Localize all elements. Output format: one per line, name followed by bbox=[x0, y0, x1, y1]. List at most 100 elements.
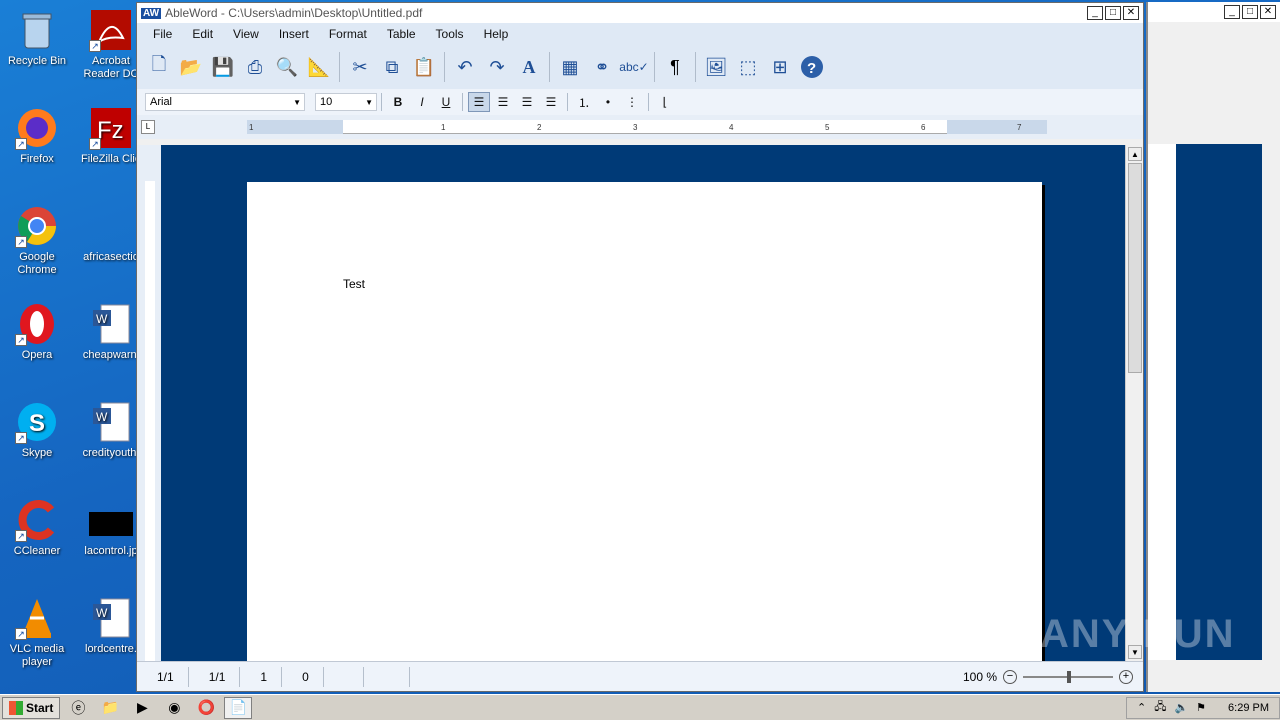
spellcheck-icon[interactable]: abc✓ bbox=[619, 52, 649, 82]
menu-insert[interactable]: Insert bbox=[269, 27, 319, 41]
minimize-button[interactable]: _ bbox=[1087, 6, 1103, 20]
copy-icon[interactable]: ⧉ bbox=[377, 52, 407, 82]
maximize-button[interactable]: □ bbox=[1242, 5, 1258, 19]
ie-icon[interactable]: ⓔ bbox=[64, 697, 92, 719]
undo-icon[interactable]: ↶ bbox=[450, 52, 480, 82]
opera-icon[interactable]: ⭕ bbox=[192, 697, 220, 719]
start-label: Start bbox=[26, 700, 54, 715]
ableword-task-icon[interactable]: 📄 bbox=[224, 696, 253, 719]
underline-button[interactable]: U bbox=[435, 92, 457, 112]
scroll-up-icon[interactable]: ▲ bbox=[1128, 147, 1142, 161]
document-page bbox=[1148, 144, 1176, 660]
insert-table-icon[interactable]: ⊞ bbox=[765, 52, 795, 82]
menu-tools[interactable]: Tools bbox=[426, 27, 474, 41]
desktop-icon-vlc[interactable]: ↗ VLC media player bbox=[2, 596, 72, 669]
font-name-select[interactable]: Arial ▼ bbox=[145, 93, 305, 111]
desktop-icon-recycle-bin[interactable]: Recycle Bin bbox=[2, 8, 72, 68]
desktop-icon-firefox[interactable]: ↗ Firefox bbox=[2, 106, 72, 166]
menu-table[interactable]: Table bbox=[377, 27, 426, 41]
media-player-icon[interactable]: ▶ bbox=[128, 697, 156, 719]
desktop-icon-ccleaner[interactable]: ↗ CCleaner bbox=[2, 498, 72, 558]
menu-format[interactable]: Format bbox=[319, 27, 377, 41]
folder-icon[interactable]: 📁 bbox=[96, 697, 124, 719]
find-binoculars-icon[interactable]: ⚭ bbox=[587, 52, 617, 82]
insert-frame-icon[interactable]: ⬚ bbox=[733, 52, 763, 82]
font-size-value: 10 bbox=[320, 96, 333, 108]
file-icon bbox=[89, 204, 133, 248]
chrome-icon[interactable]: ◉ bbox=[160, 697, 188, 719]
print-icon[interactable]: ⎙ bbox=[240, 52, 270, 82]
close-button[interactable]: ✕ bbox=[1260, 5, 1276, 19]
status-column: 0 bbox=[282, 666, 324, 687]
zoom-out-icon[interactable]: − bbox=[1003, 669, 1017, 684]
menu-view[interactable]: View bbox=[223, 27, 269, 41]
toolbar-separator bbox=[444, 52, 445, 82]
zoom-slider[interactable] bbox=[1023, 670, 1113, 683]
menu-file[interactable]: File bbox=[143, 27, 182, 41]
menu-help[interactable]: Help bbox=[474, 27, 519, 41]
desktop-icon-opera[interactable]: ↗ Opera bbox=[2, 302, 72, 362]
pilcrow-icon[interactable]: ¶ bbox=[660, 52, 690, 82]
align-center-icon[interactable]: ☰ bbox=[516, 92, 538, 112]
svg-text:S: S bbox=[29, 410, 45, 437]
tab-stop-icon[interactable]: ⌊ bbox=[654, 92, 676, 112]
align-justify-icon[interactable]: ☰ bbox=[540, 92, 562, 112]
italic-button[interactable]: I bbox=[411, 92, 433, 112]
recycle-bin-icon bbox=[15, 8, 59, 52]
desktop-icon-label: VLC media player bbox=[9, 643, 65, 668]
network-icon[interactable]: 🖧 bbox=[1154, 698, 1166, 717]
paste-icon[interactable]: 📋 bbox=[409, 52, 439, 82]
menu-edit[interactable]: Edit bbox=[182, 27, 223, 41]
document-text[interactable]: Test bbox=[343, 277, 365, 291]
numbered-list-icon[interactable]: ⒈ bbox=[573, 92, 595, 112]
help-icon[interactable]: ? bbox=[797, 52, 827, 82]
status-section: 1/1 bbox=[189, 666, 241, 687]
ccleaner-icon: ↗ bbox=[15, 498, 59, 542]
desktop-icon-label: Google Chrome bbox=[17, 251, 57, 276]
toolbar-separator bbox=[654, 52, 655, 82]
outline-list-icon[interactable]: ⋮ bbox=[621, 92, 643, 112]
flag-icon[interactable]: ⚑ bbox=[1196, 701, 1206, 714]
scroll-thumb[interactable] bbox=[1128, 163, 1142, 373]
start-button[interactable]: Start bbox=[2, 696, 61, 719]
status-bar: 1/1 1/1 1 0 100 % − + bbox=[137, 661, 1143, 691]
open-folder-icon[interactable]: 📂 bbox=[176, 52, 206, 82]
minimize-button[interactable]: _ bbox=[1224, 5, 1240, 19]
tab-type-icon[interactable]: L bbox=[141, 120, 155, 134]
volume-icon[interactable]: 🔈 bbox=[1174, 701, 1188, 714]
font-size-select[interactable]: 10 ▼ bbox=[315, 93, 377, 111]
tray-chevron-icon[interactable]: ⌃ bbox=[1137, 701, 1146, 714]
ruler-tick-label: 2 bbox=[537, 123, 542, 132]
bulleted-list-icon[interactable]: • bbox=[597, 92, 619, 112]
word-doc-icon: W bbox=[89, 596, 133, 640]
align-left-icon[interactable]: ☰ bbox=[468, 92, 490, 112]
svg-text:Fz: Fz bbox=[97, 117, 124, 144]
maximize-button[interactable]: □ bbox=[1105, 6, 1121, 20]
document-page[interactable]: Test bbox=[247, 182, 1042, 662]
calculator-icon[interactable]: ▦ bbox=[555, 52, 585, 82]
new-document-icon[interactable]: 🗋 bbox=[144, 52, 174, 82]
insert-image-icon[interactable]: 🖼 bbox=[701, 52, 731, 82]
cut-icon[interactable]: ✂ bbox=[345, 52, 375, 82]
vertical-scrollbar[interactable]: ▲ ▼ bbox=[1125, 145, 1143, 661]
document-workspace: Test bbox=[137, 145, 1125, 662]
right-margin-area bbox=[947, 120, 1047, 134]
redo-icon[interactable]: ↷ bbox=[482, 52, 512, 82]
windows-logo-icon bbox=[9, 700, 23, 715]
page-setup-icon[interactable]: 📐 bbox=[304, 52, 334, 82]
save-icon[interactable]: 💾 bbox=[208, 52, 238, 82]
desktop-icon-skype[interactable]: S ↗ Skype bbox=[2, 400, 72, 460]
toolbar-separator bbox=[695, 52, 696, 82]
bold-button[interactable]: B bbox=[387, 92, 409, 112]
vertical-ruler[interactable] bbox=[137, 145, 161, 661]
acrobat-icon: ↗ bbox=[89, 8, 133, 52]
align-right-icon[interactable]: ☰ bbox=[492, 92, 514, 112]
print-preview-icon[interactable]: 🔍 bbox=[272, 52, 302, 82]
zoom-in-icon[interactable]: + bbox=[1119, 669, 1133, 684]
window-title: AbleWord - C:\Users\admin\Desktop\Untitl… bbox=[165, 6, 423, 20]
desktop-icon-chrome[interactable]: ↗ Google Chrome bbox=[2, 204, 72, 277]
horizontal-ruler[interactable]: 1 1 2 3 4 5 6 7 bbox=[247, 120, 1047, 134]
font-icon[interactable]: A bbox=[514, 52, 544, 82]
close-button[interactable]: ✕ bbox=[1123, 6, 1139, 20]
clock[interactable]: 6:29 PM bbox=[1228, 702, 1269, 714]
